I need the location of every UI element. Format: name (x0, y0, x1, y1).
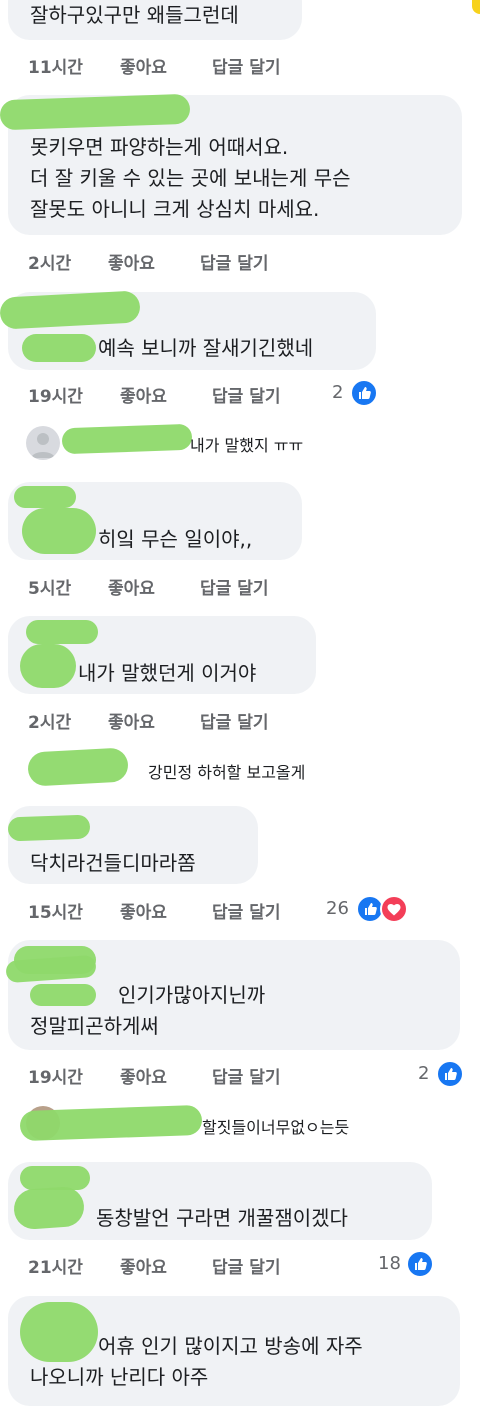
comment-text: 히잌 무슨 일이야,, (98, 527, 253, 551)
comment-time: 5시간 (28, 579, 72, 599)
reply-preview-text[interactable]: 할짓들이너무없ㅇ는듯 (202, 1114, 349, 1138)
redaction-mark (22, 334, 96, 362)
reaction-count[interactable]: 18 (378, 1253, 401, 1274)
redaction-mark (20, 644, 76, 688)
reply-preview-text[interactable]: 강민정 하허할 보고올게 (148, 759, 305, 783)
like-icon (406, 1250, 434, 1278)
redaction-mark (7, 814, 91, 842)
reply-button[interactable]: 답글 달기 (200, 574, 268, 599)
reply-button[interactable]: 답글 달기 (212, 1063, 280, 1088)
redaction-mark (27, 747, 129, 787)
reply-button[interactable]: 답글 달기 (212, 898, 280, 923)
reply-button[interactable]: 답글 달기 (212, 382, 280, 407)
comment-text: 동창발언 구라면 개꿀잼이겠다 (96, 1206, 348, 1230)
comment-text: 잘하구있구만 왜들그런데 (30, 3, 239, 27)
like-button[interactable]: 좋아요 (120, 1253, 167, 1278)
like-button[interactable]: 좋아요 (120, 53, 167, 78)
reply-button[interactable]: 답글 달기 (212, 53, 280, 78)
comment-time: 21시간 (28, 1258, 83, 1278)
comment-text: 어휴 인기 많이지고 방송에 자주 나오니까 난리다 아주 (30, 1334, 363, 1389)
comment-time: 19시간 (28, 387, 83, 407)
like-button[interactable]: 좋아요 (108, 574, 155, 599)
redaction-mark (20, 1166, 90, 1190)
comment-text: 예속 보니까 잘새기긴했네 (98, 336, 314, 360)
like-button[interactable]: 좋아요 (120, 898, 167, 923)
redaction-mark (26, 620, 98, 644)
comment-time: 19시간 (28, 1068, 83, 1088)
comment-time: 15시간 (28, 903, 83, 923)
redaction-mark (12, 1185, 86, 1231)
love-icon (380, 895, 408, 923)
reply-button[interactable]: 답글 달기 (212, 1253, 280, 1278)
redaction-mark (61, 423, 193, 455)
comment-text: 못키우면 파양하는게 어때서요. 더 잘 키울 수 있는 곳에 보내는게 무슨 … (30, 135, 351, 221)
comment-time: 2시간 (28, 713, 72, 733)
reaction-count[interactable]: 2 (332, 382, 343, 403)
comment-text: 내가 말했던게 이거야 (78, 661, 257, 685)
avatar[interactable] (26, 426, 60, 460)
comment-time: 2시간 (28, 254, 72, 274)
comment-text: 닥치라건들디마라쫌 (30, 851, 196, 875)
like-icon (350, 379, 378, 407)
comment-time: 11시간 (28, 58, 83, 78)
reply-preview-text[interactable]: 내가 말했지 ㅠㅠ (190, 432, 303, 456)
reply-button[interactable]: 답글 달기 (200, 708, 268, 733)
like-button[interactable]: 좋아요 (120, 382, 167, 407)
redaction-mark (30, 984, 96, 1006)
like-button[interactable]: 좋아요 (120, 1063, 167, 1088)
like-icon (436, 1060, 464, 1088)
redaction-mark (19, 1104, 203, 1142)
reaction-count[interactable]: 2 (418, 1063, 429, 1084)
redaction-mark (14, 486, 76, 508)
redaction-mark (22, 508, 96, 554)
reaction-count[interactable]: 26 (326, 898, 349, 919)
like-button[interactable]: 좋아요 (108, 708, 155, 733)
reply-button[interactable]: 답글 달기 (200, 249, 268, 274)
top-accent-mark (472, 0, 480, 14)
like-button[interactable]: 좋아요 (108, 249, 155, 274)
